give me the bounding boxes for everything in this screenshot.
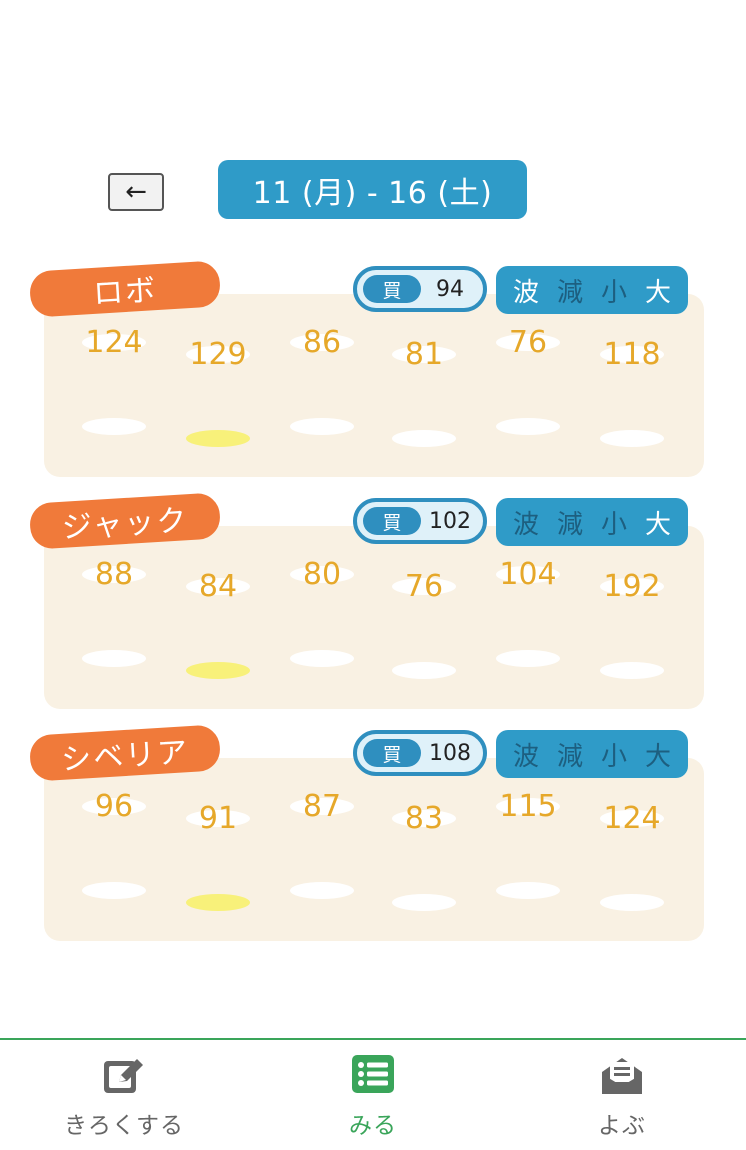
nav-item-call[interactable]: よぶ [498,1040,746,1150]
buy-price-badge[interactable]: 買 108 [353,730,487,776]
pattern-large-spike[interactable]: 大 [645,272,671,309]
bottom-nav: きろくする みる よぶ [0,1038,746,1150]
nav-item-record[interactable]: きろくする [0,1040,248,1150]
nav-label: みる [349,1113,397,1139]
price-input[interactable] [290,650,354,667]
mail-icon [602,1058,642,1094]
pattern-small-spike[interactable]: 小 [601,504,627,541]
price-value: 88 [94,557,134,592]
pattern-decreasing[interactable]: 減 [557,736,583,773]
buy-price-value: 94 [436,276,464,302]
buy-price-value: 108 [429,740,471,766]
price-input[interactable] [496,418,560,435]
price-value: 87 [302,789,342,824]
price-value: 80 [302,557,342,592]
price-input[interactable] [496,882,560,899]
villager-card-jack [44,526,704,709]
price-value: 118 [603,337,661,372]
pattern-selector: 波 減 小 大 [496,266,688,314]
price-input[interactable] [82,650,146,667]
buy-price-value: 102 [429,508,471,534]
price-input[interactable] [82,882,146,899]
price-input-today[interactable] [186,430,250,447]
pattern-fluctuating[interactable]: 波 [513,736,539,773]
pattern-small-spike[interactable]: 小 [601,736,627,773]
buy-price-badge[interactable]: 買 94 [353,266,487,312]
list-icon [352,1055,394,1093]
pattern-small-spike[interactable]: 小 [601,272,627,309]
price-input-today[interactable] [186,894,250,911]
price-value: 76 [404,569,444,604]
villager-card-siberia [44,758,704,941]
price-input[interactable] [496,650,560,667]
back-arrow-icon: ← [125,177,147,207]
pattern-decreasing[interactable]: 減 [557,504,583,541]
price-value: 83 [404,801,444,836]
date-range-title[interactable]: 11 (月) - 16 (土) [218,160,527,219]
price-input[interactable] [290,882,354,899]
pattern-selector: 波 減 小 大 [496,498,688,546]
pattern-large-spike[interactable]: 大 [645,736,671,773]
pattern-selector: 波 減 小 大 [496,730,688,778]
price-input[interactable] [600,662,664,679]
buy-price-badge[interactable]: 買 102 [353,498,487,544]
price-value: 86 [302,325,342,360]
price-input[interactable] [392,430,456,447]
nav-label: きろくする [64,1113,184,1139]
pattern-fluctuating[interactable]: 波 [513,504,539,541]
buy-label: 買 [363,507,421,535]
price-value: 115 [499,789,557,824]
price-value: 124 [85,325,143,360]
nav-label: よぶ [598,1113,646,1139]
price-value: 104 [499,557,557,592]
price-value: 76 [508,325,548,360]
buy-label: 買 [363,275,421,303]
pattern-large-spike[interactable]: 大 [645,504,671,541]
price-value: 96 [94,789,134,824]
price-value: 124 [603,801,661,836]
price-value: 91 [198,801,238,836]
price-input[interactable] [290,418,354,435]
date-range-label: 11 (月) - 16 (土) [252,175,493,211]
price-input[interactable] [392,662,456,679]
price-value: 192 [603,569,661,604]
price-input[interactable] [82,418,146,435]
pattern-decreasing[interactable]: 減 [557,272,583,309]
price-input[interactable] [600,430,664,447]
price-value: 81 [404,337,444,372]
price-input[interactable] [392,894,456,911]
nav-item-view[interactable]: みる [249,1040,497,1150]
villager-card-robo [44,294,704,477]
price-value: 84 [198,569,238,604]
price-input[interactable] [600,894,664,911]
pattern-fluctuating[interactable]: 波 [513,272,539,309]
price-input-today[interactable] [186,662,250,679]
price-value: 129 [189,337,247,372]
buy-label: 買 [363,739,421,767]
back-button[interactable]: ← [108,173,164,211]
edit-icon [104,1059,143,1093]
